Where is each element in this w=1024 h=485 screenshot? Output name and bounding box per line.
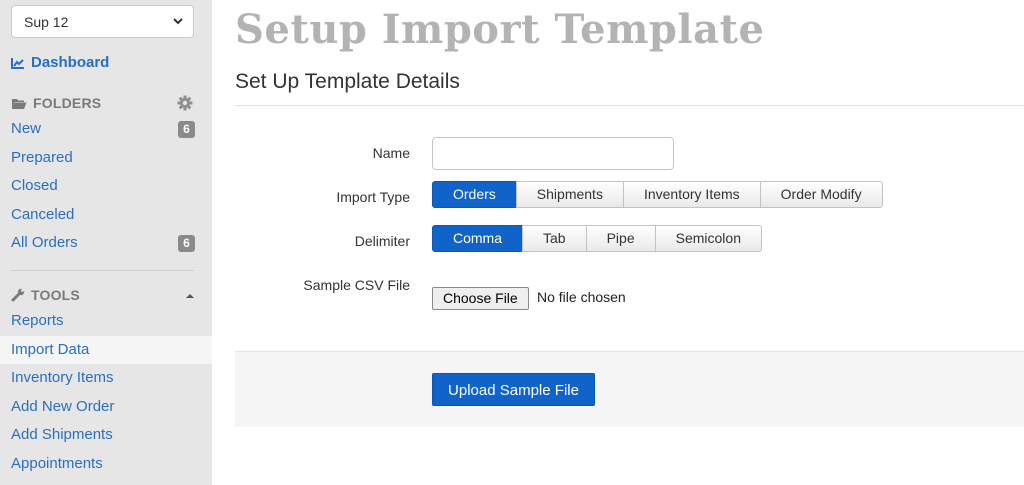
sidebar-item-label: Reports xyxy=(11,312,64,329)
tools-heading-label: TOOLS xyxy=(31,287,80,303)
sidebar-divider xyxy=(11,270,194,271)
tools-heading[interactable]: TOOLS xyxy=(11,287,80,303)
sidebar-item-label: Inventory Items xyxy=(11,369,114,386)
wrench-icon xyxy=(11,288,25,302)
folder-open-icon xyxy=(12,98,27,109)
choose-file-button[interactable]: Choose File xyxy=(432,287,529,310)
import-type-order-modify[interactable]: Order Modify xyxy=(759,181,883,208)
sidebar-item-appointments[interactable]: Appointments xyxy=(0,450,212,478)
gear-icon[interactable] xyxy=(177,95,193,111)
dashboard-label: Dashboard xyxy=(31,54,110,71)
sidebar-item-label: Prepared xyxy=(11,149,73,166)
page-title: Setup Import Template xyxy=(235,6,765,53)
dashboard-link[interactable]: Dashboard xyxy=(11,54,109,71)
sidebar-item-label: Import Data xyxy=(11,341,90,358)
form-footer xyxy=(235,351,1024,427)
sidebar-item-label: Appointments xyxy=(11,455,103,472)
sidebar-item-label: Closed xyxy=(11,177,58,194)
sidebar-item-label: Add Shipments xyxy=(11,426,113,443)
caret-up-icon[interactable] xyxy=(185,292,195,300)
count-badge: 6 xyxy=(178,121,195,138)
sidebar-item-inventory-items[interactable]: Inventory Items xyxy=(0,364,212,392)
section-title: Set Up Template Details xyxy=(235,70,460,93)
import-type-shipments[interactable]: Shipments xyxy=(515,181,624,208)
sidebar-item-closed[interactable]: Closed xyxy=(0,172,212,200)
sidebar-item-add-new-order[interactable]: Add New Order xyxy=(0,393,212,421)
name-input[interactable] xyxy=(432,137,674,170)
sidebar-item-new[interactable]: New 6 xyxy=(0,115,212,143)
sidebar-item-prepared[interactable]: Prepared xyxy=(0,144,212,172)
delimiter-group: Comma Tab Pipe Semicolon xyxy=(432,225,762,252)
chevron-down-icon xyxy=(173,18,183,25)
import-type-orders[interactable]: Orders xyxy=(432,181,517,208)
delimiter-pipe[interactable]: Pipe xyxy=(585,225,656,252)
sidebar-item-label: Add New Order xyxy=(11,398,115,415)
sidebar-item-label: Canceled xyxy=(11,206,75,223)
delimiter-label: Delimiter xyxy=(354,233,410,249)
sample-csv-label: Sample CSV File xyxy=(303,277,410,293)
upload-sample-file-button[interactable]: Upload Sample File xyxy=(432,373,595,406)
sidebar-item-all-orders[interactable]: All Orders 6 xyxy=(0,229,212,257)
import-type-label: Import Type xyxy=(336,189,410,205)
count-badge: 6 xyxy=(178,235,195,252)
sidebar-item-label: New xyxy=(11,120,42,137)
sidebar-item-import-data[interactable]: Import Data xyxy=(0,336,212,364)
chart-icon xyxy=(11,57,24,69)
name-label: Name xyxy=(372,145,410,161)
import-type-inventory-items[interactable]: Inventory Items xyxy=(622,181,761,208)
delimiter-tab[interactable]: Tab xyxy=(522,225,587,252)
folders-heading-label: FOLDERS xyxy=(33,95,102,111)
import-type-group: Orders Shipments Inventory Items Order M… xyxy=(432,181,883,208)
sidebar-item-label: All Orders xyxy=(11,234,78,251)
account-select-value: Sup 12 xyxy=(24,14,69,30)
section-divider xyxy=(235,105,1024,106)
delimiter-comma[interactable]: Comma xyxy=(432,225,524,252)
sidebar-item-add-shipments[interactable]: Add Shipments xyxy=(0,421,212,449)
account-select[interactable]: Sup 12 xyxy=(11,5,194,38)
delimiter-semicolon[interactable]: Semicolon xyxy=(654,225,762,252)
sidebar-item-reports[interactable]: Reports xyxy=(0,307,212,335)
sidebar: Sup 12 Dashboard FOLDERS New 6 Prepared … xyxy=(0,0,212,485)
file-status-text: No file chosen xyxy=(537,289,626,305)
folders-heading: FOLDERS xyxy=(11,95,101,111)
sidebar-item-canceled[interactable]: Canceled xyxy=(0,201,212,229)
